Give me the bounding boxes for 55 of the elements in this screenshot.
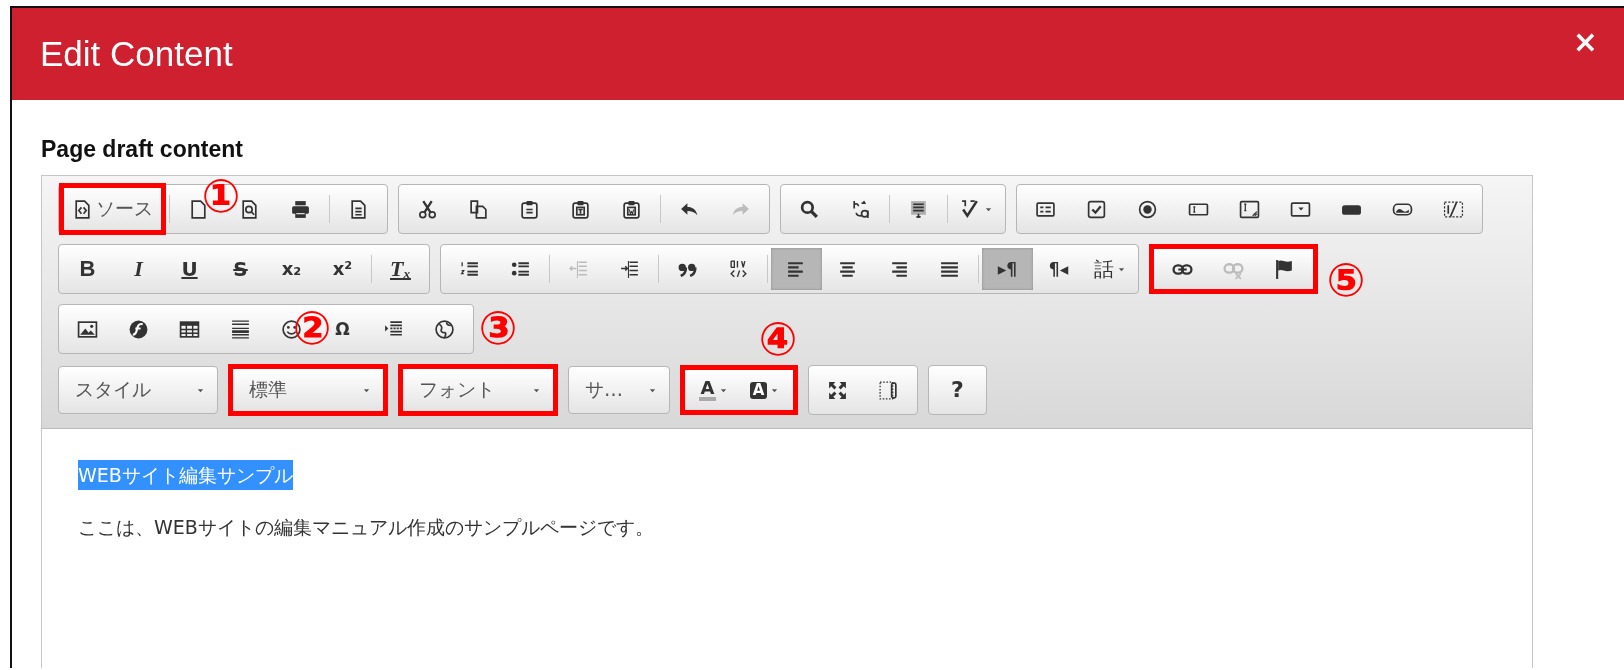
- toolbar-button[interactable]: ▸¶: [982, 248, 1033, 290]
- outdent-icon: [568, 258, 589, 280]
- clipboard-icon: [570, 198, 591, 220]
- clipboard-icon: [519, 198, 540, 220]
- toolbar-button[interactable]: x²: [317, 248, 368, 290]
- flag-icon: [1274, 258, 1295, 280]
- table-icon: [179, 318, 200, 340]
- dialog-title: Edit Content: [40, 34, 233, 74]
- copy-icon: [468, 198, 489, 220]
- div-icon: [728, 258, 749, 280]
- dropdown[interactable]: サ…: [568, 366, 670, 414]
- dropdown[interactable]: フォント: [398, 364, 558, 416]
- replace-icon: [850, 198, 871, 220]
- horizontal-rule-icon: [230, 318, 251, 340]
- checkbox-icon: [1086, 198, 1107, 220]
- toolbar-button[interactable]: [771, 248, 822, 290]
- maximize-icon: [827, 379, 848, 401]
- image-icon: [77, 318, 98, 340]
- globe-icon: [434, 318, 455, 340]
- callout-number: ②: [292, 305, 332, 351]
- dropdown[interactable]: スタイル: [58, 366, 218, 414]
- callout-number: ⑤: [1326, 257, 1366, 303]
- search-icon: [799, 198, 820, 220]
- document-icon: [348, 198, 369, 220]
- scissors-icon: [417, 198, 438, 220]
- show-blocks-icon: [878, 379, 899, 401]
- callout-number: ①: [201, 173, 241, 219]
- source-icon: [72, 198, 93, 220]
- paragraph-text: ここは、WEBサイトの編集マニュアル作成のサンプルページです。: [78, 516, 654, 538]
- toolbar-button[interactable]: A: [688, 369, 739, 411]
- toolbar-button[interactable]: I: [113, 248, 164, 290]
- callout-number: ③: [478, 305, 518, 351]
- toolbar-button[interactable]: U: [164, 248, 215, 290]
- toolbar-button[interactable]: B: [62, 248, 113, 290]
- callout-number: ④: [758, 316, 798, 362]
- clipboard-icon: [621, 198, 642, 220]
- field-label: Page draft content: [41, 136, 244, 163]
- document-search-icon: [239, 198, 260, 220]
- toolbar-button[interactable]: ¶◂: [1033, 248, 1084, 290]
- toolbar-button[interactable]: ?: [932, 369, 983, 411]
- toolbar-button[interactable]: Tₓ: [375, 248, 426, 290]
- select-all-icon: [908, 198, 929, 220]
- close-button[interactable]: ×: [1568, 24, 1602, 59]
- paragraph-text: WEBサイト編集サンプル: [78, 460, 293, 490]
- toolbar-button[interactable]: A: [739, 369, 790, 411]
- printer-icon: [290, 198, 311, 220]
- toolbar-button[interactable]: S: [215, 248, 266, 290]
- textarea-icon: [1239, 198, 1260, 220]
- indent-icon: [619, 258, 640, 280]
- dropdown[interactable]: 標準: [228, 364, 388, 416]
- toolbar-button[interactable]: x₂: [266, 248, 317, 290]
- radio-icon: [1137, 198, 1158, 220]
- toolbar-button[interactable]: 話: [1084, 248, 1135, 290]
- toolbar-button[interactable]: ソース: [59, 183, 166, 235]
- flash-icon: [128, 318, 149, 340]
